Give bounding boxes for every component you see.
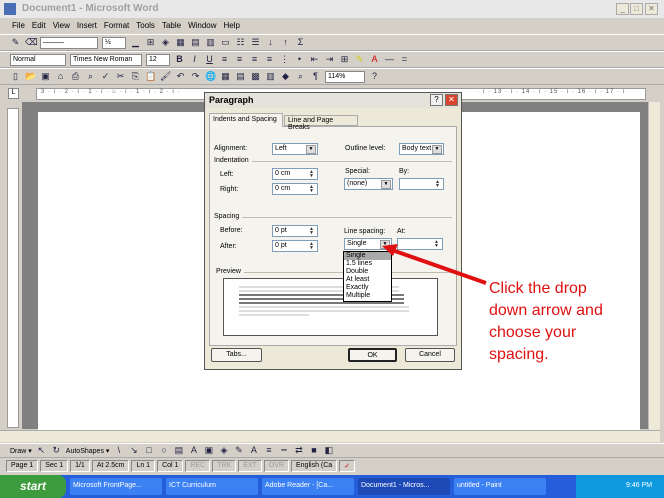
annotation-arrow bbox=[382, 244, 487, 285]
spacing-heading: Spacing bbox=[214, 213, 243, 220]
annotation-text: Click the drop down arrow and choose you… bbox=[489, 278, 603, 366]
indentation-heading: Indentation bbox=[214, 157, 252, 164]
annotation-line: spacing. bbox=[489, 346, 549, 363]
annotation-line: down arrow and bbox=[489, 302, 603, 319]
annotation-line: choose your bbox=[489, 324, 577, 341]
preview-heading: Preview bbox=[216, 268, 244, 275]
annotation-line: Click the drop bbox=[489, 280, 587, 297]
